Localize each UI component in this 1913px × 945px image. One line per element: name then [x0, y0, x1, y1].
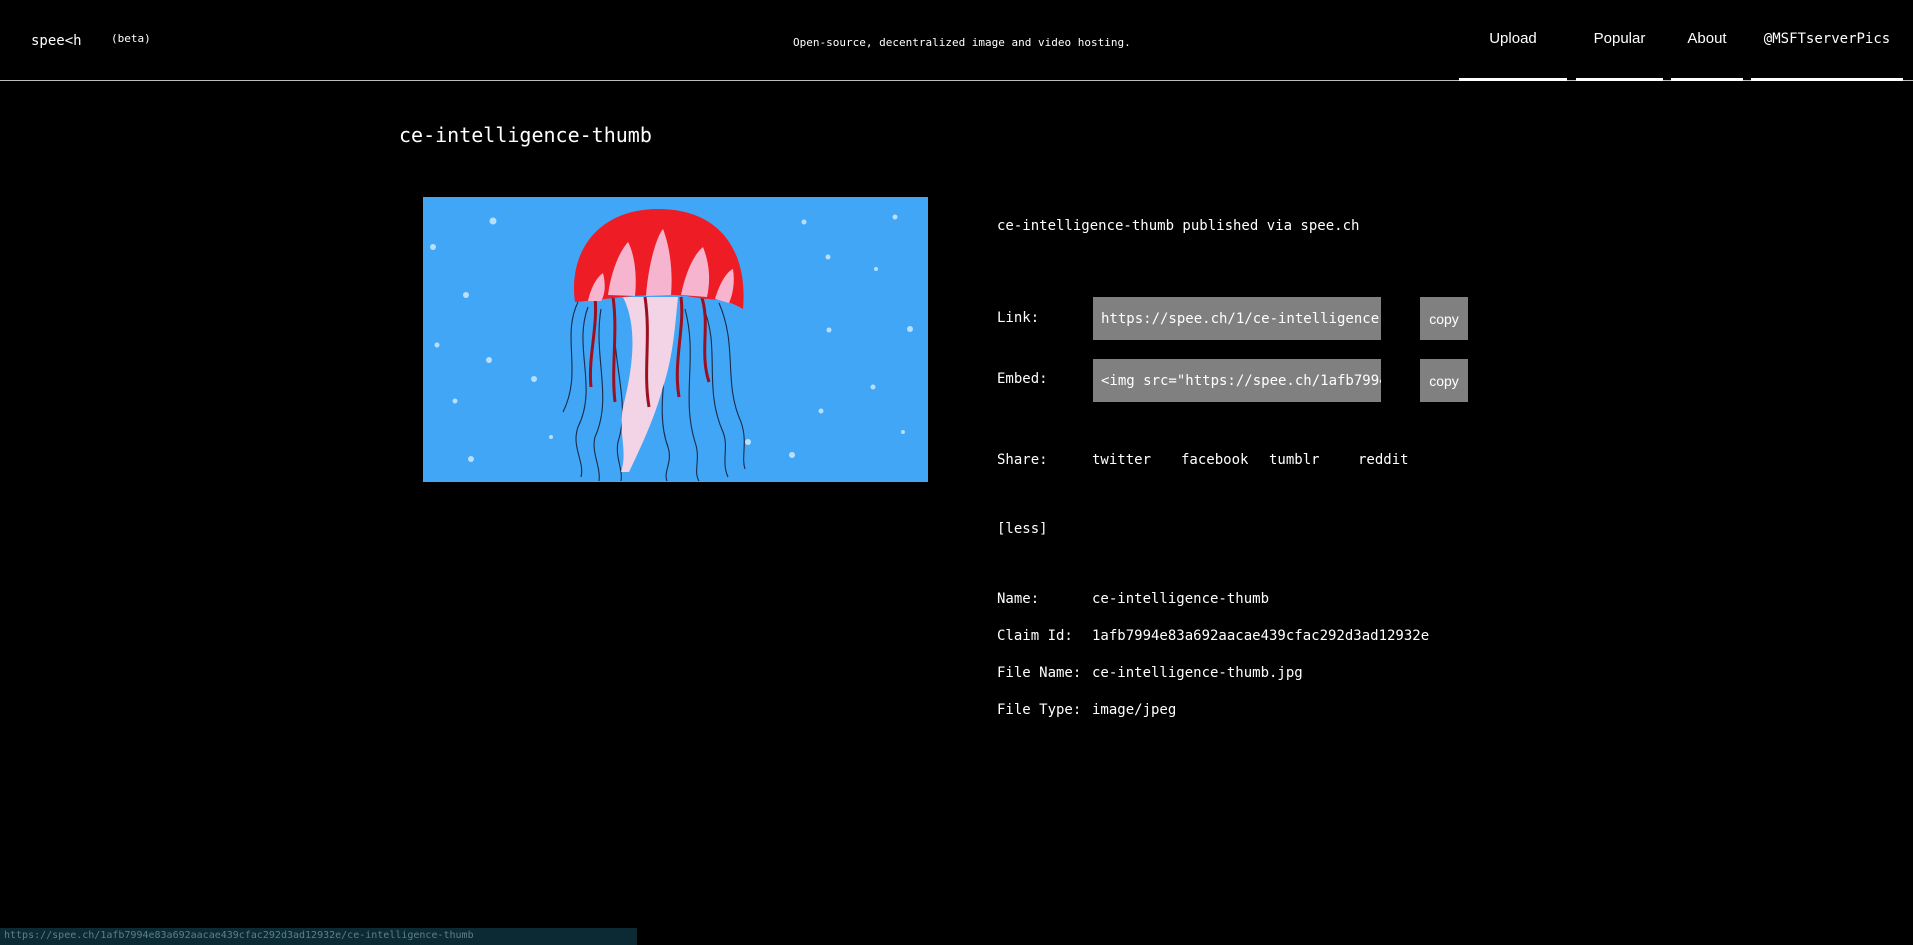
- nav-upload-label: Upload: [1489, 30, 1537, 47]
- share-reddit-link[interactable]: reddit: [1358, 452, 1409, 468]
- copy-link-button[interactable]: copy: [1420, 297, 1468, 340]
- nav-channel-label: @MSFTserverPics: [1763, 30, 1891, 47]
- nav-channel[interactable]: @MSFTserverPics: [1751, 0, 1903, 81]
- beta-badge: (beta): [111, 32, 151, 45]
- detail-name-value: ce-intelligence-thumb: [1092, 591, 1270, 607]
- nav-about-label: About: [1687, 30, 1727, 47]
- embed-field[interactable]: <img src="https://spee.ch/1afb7994: [1093, 359, 1381, 402]
- published-notice: ce-intelligence-thumb published via spee…: [997, 218, 1360, 234]
- less-toggle-link[interactable]: [less]: [997, 521, 1048, 537]
- site-logo[interactable]: spee<h: [31, 33, 82, 49]
- share-facebook-link[interactable]: facebook: [1181, 452, 1248, 468]
- status-bar-url: https://spee.ch/1afb7994e83a692aacae439c…: [0, 928, 637, 945]
- embed-label: Embed:: [997, 371, 1048, 387]
- share-tumblr-link[interactable]: tumblr: [1269, 452, 1320, 468]
- share-twitter-link[interactable]: twitter: [1092, 452, 1151, 468]
- detail-claim-id-value: 1afb7994e83a692aacae439cfac292d3ad12932e: [1092, 628, 1430, 644]
- detail-file-type-label: File Type:: [997, 702, 1082, 718]
- detail-claim-id-label: Claim Id:: [997, 628, 1073, 644]
- nav-popular-underline: [1576, 78, 1663, 81]
- detail-name-label: Name:: [997, 591, 1040, 607]
- nav-popular[interactable]: Popular: [1576, 0, 1663, 81]
- asset-title: ce-intelligence-thumb: [399, 123, 652, 147]
- asset-preview-image[interactable]: [423, 197, 928, 482]
- copy-embed-button[interactable]: copy: [1420, 359, 1468, 402]
- link-field[interactable]: https://spee.ch/1/ce-intelligence-: [1093, 297, 1381, 340]
- nav-upload-underline: [1459, 78, 1567, 81]
- detail-file-name-label: File Name:: [997, 665, 1082, 681]
- link-label: Link:: [997, 310, 1040, 326]
- share-label: Share:: [997, 452, 1048, 468]
- jellyfish-image-icon: [423, 197, 928, 482]
- detail-file-name-value: ce-intelligence-thumb.jpg: [1092, 665, 1303, 681]
- nav-popular-label: Popular: [1593, 30, 1646, 47]
- top-bar: spee<h (beta) Open-source, decentralized…: [0, 0, 1913, 81]
- detail-file-type-value: image/jpeg: [1092, 702, 1177, 718]
- site-tagline: Open-source, decentralized image and vid…: [793, 36, 1131, 49]
- nav-about[interactable]: About: [1671, 0, 1743, 81]
- nav-channel-underline: [1751, 78, 1903, 81]
- nav-upload[interactable]: Upload: [1459, 0, 1567, 81]
- nav-about-underline: [1671, 78, 1743, 81]
